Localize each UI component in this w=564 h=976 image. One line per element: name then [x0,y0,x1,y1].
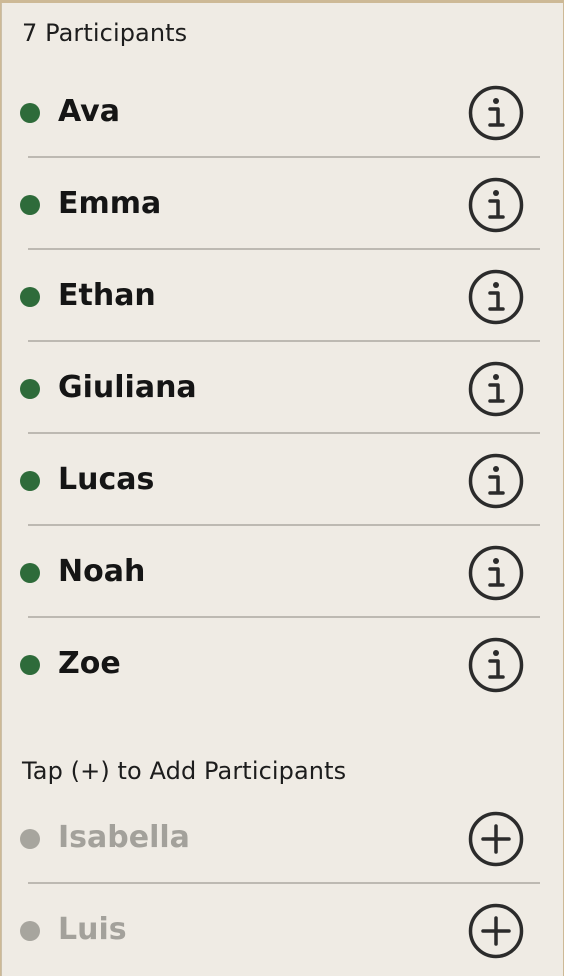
participant-row[interactable]: Ava [2,65,564,157]
participant-row[interactable]: Lucas [2,433,564,525]
info-icon [468,545,524,601]
participant-info-button[interactable] [468,85,524,141]
participant-name: Lucas [58,462,155,497]
participant-name: Ava [58,94,120,129]
status-dot [20,379,40,399]
participant-info-button[interactable] [468,637,524,693]
status-dot [20,287,40,307]
participant-name: Ethan [58,278,156,313]
participant-info-button[interactable] [468,453,524,509]
participant-row[interactable]: Noah [2,525,564,617]
info-icon [468,269,524,325]
add-participant-button[interactable] [468,903,524,959]
participant-info-button[interactable] [468,177,524,233]
add-icon [468,811,524,867]
participants-panel: 7 Participants Ava Emma Ethan Giuliana Lucas… [1,3,563,976]
info-icon [468,453,524,509]
info-icon [468,361,524,417]
add-participants-header: Tap (+) to Add Participants [22,757,347,785]
status-dot [20,655,40,675]
participant-name: Zoe [58,646,121,681]
participant-row[interactable]: Emma [2,157,564,249]
info-icon [468,85,524,141]
participant-row[interactable]: Ethan [2,249,564,341]
status-dot [20,921,40,941]
status-dot [20,471,40,491]
participant-name: Noah [58,554,146,589]
participant-row[interactable]: Zoe [2,617,564,709]
participant-name: Giuliana [58,370,197,405]
status-dot [20,195,40,215]
info-icon [468,177,524,233]
participants-header: 7 Participants [22,19,188,47]
add-icon [468,903,524,959]
status-dot [20,829,40,849]
add-participant-button[interactable] [468,811,524,867]
participant-info-button[interactable] [468,545,524,601]
participant-info-button[interactable] [468,361,524,417]
participant-info-button[interactable] [468,269,524,325]
participant-row[interactable]: Isabella [2,791,564,883]
participant-name: Isabella [58,820,190,855]
participant-row[interactable]: Giuliana [2,341,564,433]
participant-name: Emma [58,186,162,221]
status-dot [20,563,40,583]
participant-row[interactable]: Luis [2,883,564,975]
participant-name: Luis [58,912,127,947]
info-icon [468,637,524,693]
status-dot [20,103,40,123]
